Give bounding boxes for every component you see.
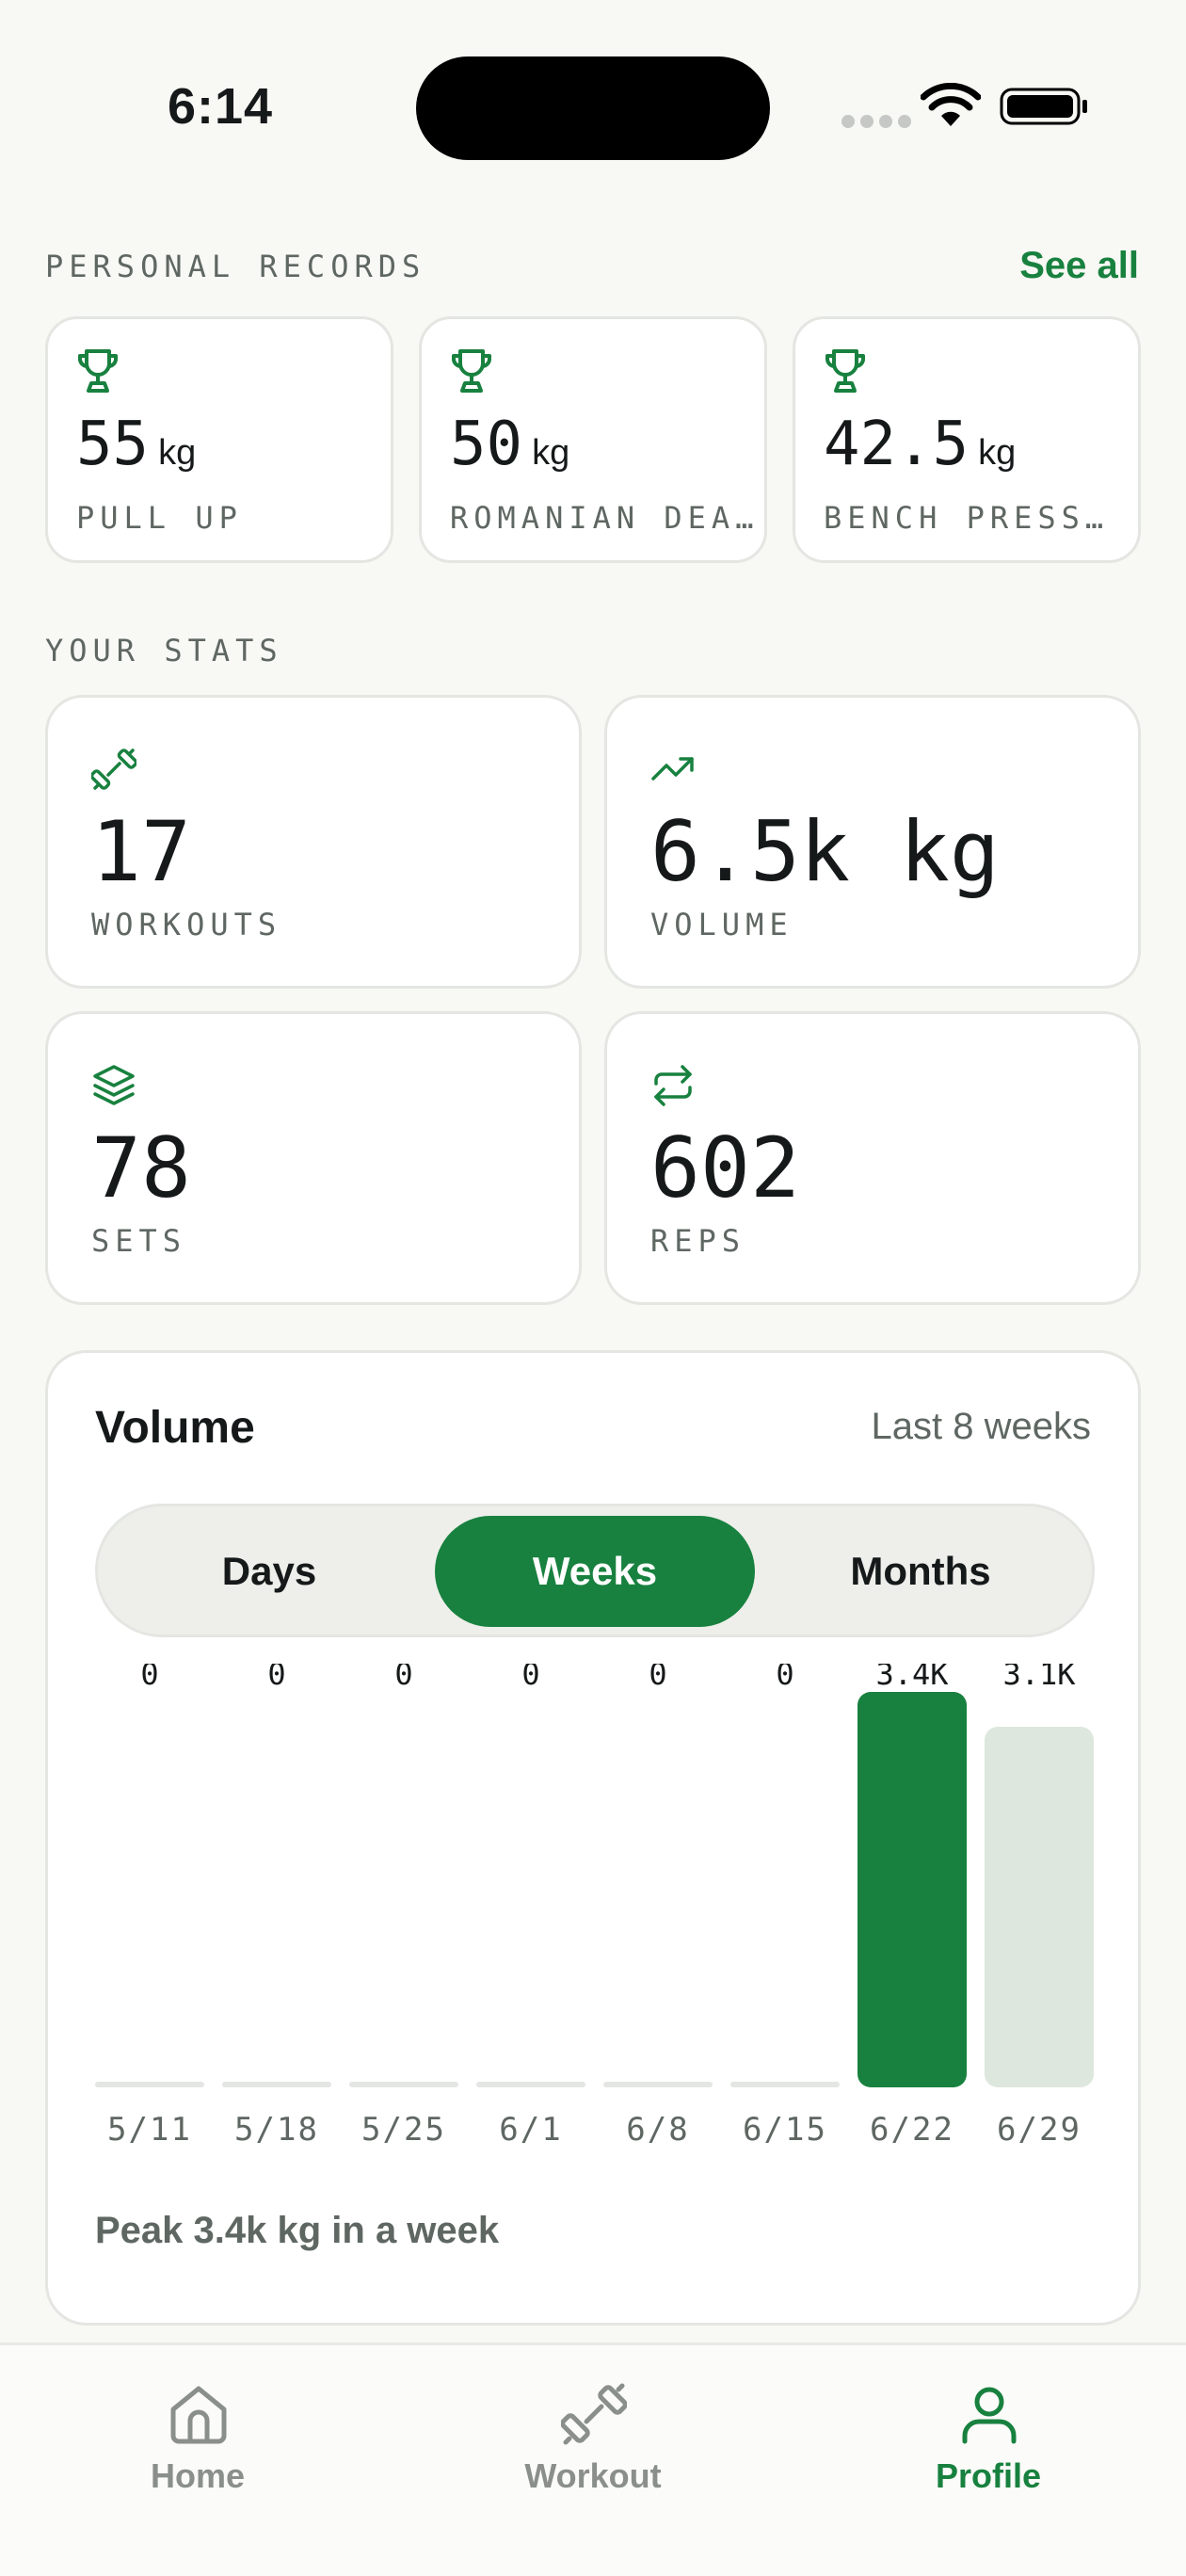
tab-label: Home: [150, 2456, 246, 2495]
trophy-icon: [452, 349, 491, 393]
record-card-romanian-deadlift[interactable]: 50 kg ROMANIAN DEA…: [419, 316, 767, 563]
stat-value: 17: [91, 803, 191, 900]
volume-bar-5/18[interactable]: [222, 2082, 331, 2087]
record-name: BENCH PRESS…: [824, 500, 1110, 536]
x-axis-tick-label: 6/8: [626, 2111, 689, 2149]
user-icon: [962, 2387, 1017, 2444]
status-time: 6:14: [168, 78, 274, 135]
bar-value-label: 0: [267, 1664, 285, 1692]
volume-bar-6/1[interactable]: [476, 2082, 585, 2087]
trending-up-icon: [651, 757, 694, 781]
home-icon: [170, 2386, 227, 2444]
record-unit: kg: [978, 433, 1017, 473]
tab-label: Workout: [524, 2456, 662, 2495]
dumbbell-icon: [91, 749, 136, 790]
bar-value-label: 0: [649, 1664, 666, 1692]
stat-card-workouts[interactable]: 17 WORKOUTS: [45, 695, 582, 989]
bar-value-label: 0: [776, 1664, 793, 1692]
record-name: PULL UP: [76, 500, 243, 536]
stat-value: 78: [91, 1119, 191, 1216]
volume-card: Volume Last 8 weeks Days Weeks Months 0 5…: [45, 1350, 1141, 2326]
stat-card-volume[interactable]: 6.5k kg VOLUME: [604, 695, 1141, 989]
see-all-link[interactable]: See all: [1019, 245, 1139, 287]
record-value: 42.5: [824, 410, 970, 479]
stat-label: SETS: [91, 1223, 187, 1259]
record-value: 55: [76, 410, 150, 479]
record-card-pull-up[interactable]: 55 kg PULL UP: [45, 316, 393, 563]
stat-label: VOLUME: [650, 907, 793, 942]
stat-card-reps[interactable]: 602 REPS: [604, 1011, 1141, 1305]
record-value: 50: [450, 410, 523, 479]
x-axis-tick-label: 6/29: [997, 2111, 1082, 2149]
wifi-icon: [921, 83, 981, 126]
battery-icon: [1000, 88, 1087, 125]
record-name: ROMANIAN DEA…: [450, 500, 760, 536]
segment-weeks[interactable]: Weeks: [435, 1516, 755, 1627]
segment-days[interactable]: Days: [107, 1516, 431, 1627]
record-card-bench-press[interactable]: 42.5 kg BENCH PRESS…: [793, 316, 1141, 563]
repeat-icon: [654, 1065, 692, 1106]
bar-value-label: 3.4K: [875, 1664, 949, 1692]
volume-range: Last 8 weeks: [871, 1406, 1091, 1447]
volume-bar-6/29[interactable]: [985, 1727, 1094, 2087]
record-unit: kg: [532, 433, 570, 473]
stat-label: REPS: [650, 1223, 746, 1259]
volume-bar-chart: 0 5/11 0 5/18 0 5/25 0 6/1 0 6/8 0 6/15 3.4K 6/22 3.1K…: [95, 1664, 1094, 2149]
tab-workout[interactable]: Workout: [471, 2362, 715, 2513]
stat-value: 602: [650, 1119, 800, 1216]
cellular-signal-icon: [841, 115, 911, 128]
volume-bar-6/22[interactable]: [857, 1692, 967, 2087]
dumbbell-icon: [561, 2383, 627, 2445]
volume-bar-6/15[interactable]: [730, 2082, 840, 2087]
volume-bar-5/11[interactable]: [95, 2082, 204, 2087]
record-unit: kg: [158, 433, 197, 473]
tab-home[interactable]: Home: [75, 2362, 320, 2513]
period-segmented-control: Days Weeks Months: [95, 1504, 1095, 1637]
personal-records-heading: PERSONAL RECORDS: [45, 249, 426, 284]
x-axis-tick-label: 6/15: [743, 2111, 827, 2149]
bar-value-label: 3.1K: [1002, 1664, 1076, 1692]
trophy-icon: [78, 349, 118, 393]
stat-label: WORKOUTS: [91, 907, 282, 942]
record-value-display: 50 kg: [450, 410, 569, 479]
trophy-icon: [825, 349, 865, 393]
bar-value-label: 0: [394, 1664, 412, 1692]
bar-value-label: 0: [521, 1664, 539, 1692]
stat-value: 6.5k kg: [650, 803, 1000, 900]
x-axis-tick-label: 6/1: [499, 2111, 562, 2149]
x-axis-tick-label: 5/11: [107, 2111, 192, 2149]
volume-bar-5/25[interactable]: [349, 2082, 458, 2087]
your-stats-heading: YOUR STATS: [45, 633, 283, 668]
segment-months[interactable]: Months: [759, 1516, 1082, 1627]
dynamic-island: [416, 56, 770, 160]
bar-value-label: 0: [140, 1664, 158, 1692]
x-axis-tick-label: 5/25: [361, 2111, 446, 2149]
volume-title: Volume: [95, 1403, 255, 1453]
tab-label: Profile: [935, 2456, 1042, 2495]
record-value-display: 42.5 kg: [824, 410, 1016, 479]
tab-profile[interactable]: Profile: [866, 2362, 1111, 2513]
x-axis-tick-label: 6/22: [870, 2111, 954, 2149]
volume-bar-6/8[interactable]: [603, 2082, 713, 2087]
status-bar: 6:14: [0, 0, 1186, 188]
record-value-display: 55 kg: [76, 410, 196, 479]
stat-card-sets[interactable]: 78 SETS: [45, 1011, 582, 1305]
peak-summary: Peak 3.4k kg in a week: [95, 2210, 500, 2251]
layers-icon: [93, 1065, 135, 1105]
x-axis-tick-label: 5/18: [234, 2111, 319, 2149]
tab-bar: Home Workout Profile: [0, 2343, 1186, 2576]
